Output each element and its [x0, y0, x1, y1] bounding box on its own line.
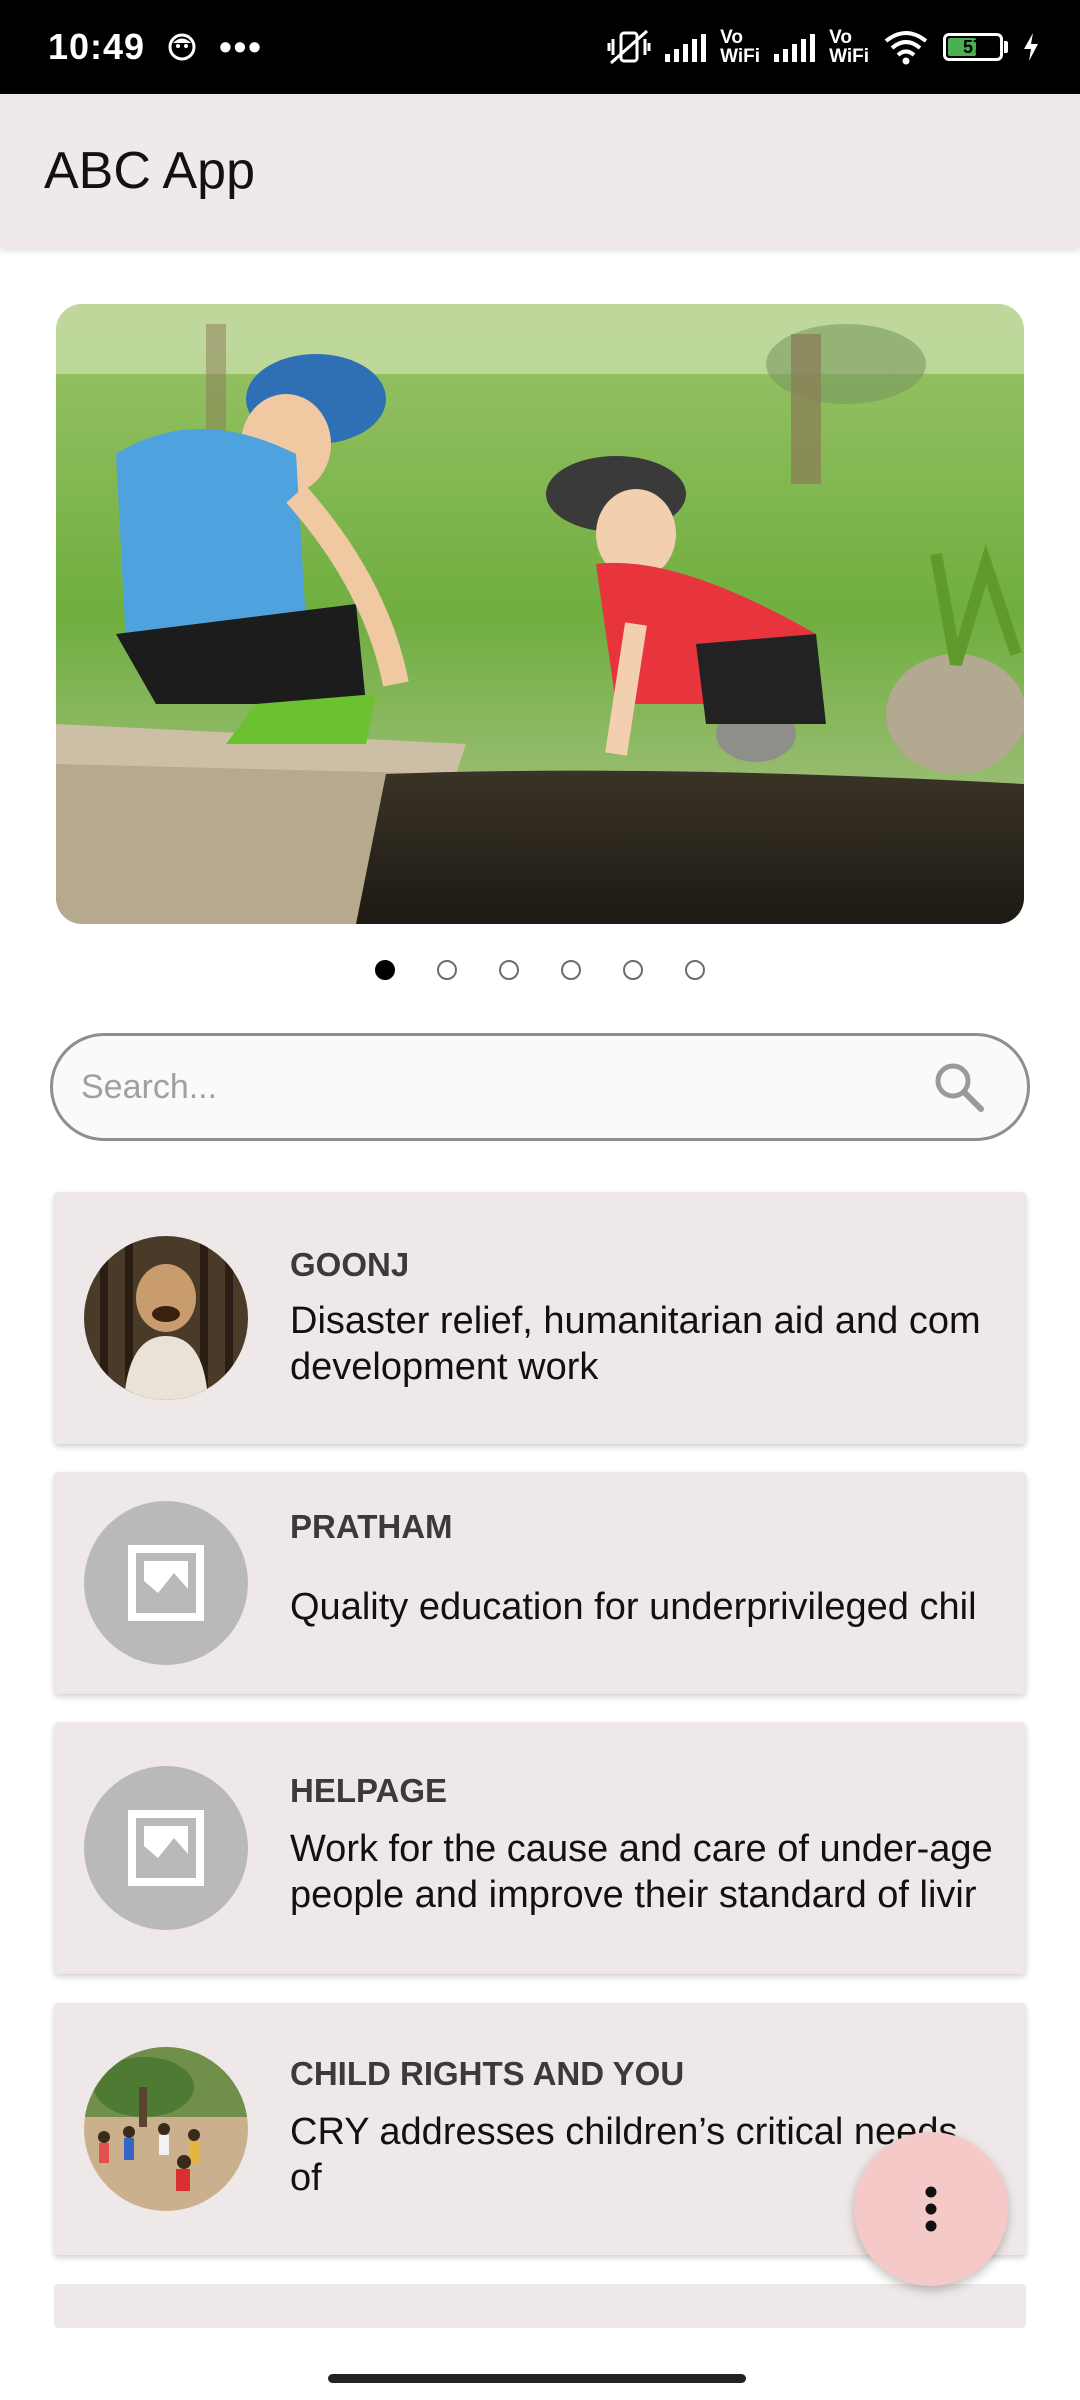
more-vert-icon	[925, 2186, 937, 2232]
avatar	[84, 1236, 248, 1400]
carousel-dot[interactable]	[561, 960, 581, 980]
battery-level: 57	[962, 36, 984, 57]
charging-icon	[1024, 33, 1038, 61]
vowifi-label: Vo WiFi	[720, 27, 761, 67]
notification-app-icon	[168, 33, 196, 61]
app-title: ABC App	[44, 142, 256, 200]
ngo-card-partial[interactable]	[54, 2284, 1026, 2328]
ngo-title: PRATHAM	[290, 1508, 453, 1545]
carousel-dot[interactable]	[623, 960, 643, 980]
search-bar[interactable]	[50, 1033, 1030, 1141]
ngo-card-goonj[interactable]: GOONJ Disaster relief, humanitarian aid …	[54, 1192, 1026, 1444]
app-bar: ABC App	[0, 94, 1080, 248]
carousel-dot[interactable]	[437, 960, 457, 980]
vowifi-label-2: Vo WiFi	[829, 27, 869, 67]
carousel-dot[interactable]	[685, 960, 705, 980]
gesture-navigation-handle[interactable]	[328, 2374, 746, 2383]
status-bar: 10:49 ••• Vo WiFi Vo WiFi 57	[0, 0, 1080, 94]
wifi-icon	[884, 31, 928, 65]
placeholder-image-icon	[84, 1766, 248, 1930]
carousel-dot[interactable]	[375, 960, 395, 980]
signal-strength-icon-2	[774, 32, 816, 62]
ngo-title: HELPAGE	[290, 1772, 448, 1809]
children-playing-photo	[56, 304, 1024, 924]
search-icon[interactable]	[931, 1059, 987, 1115]
ngo-title: CHILD RIGHTS AND YOU	[290, 2055, 685, 2092]
signal-strength-icon	[665, 32, 707, 62]
carousel-dot[interactable]	[499, 960, 519, 980]
ngo-description: Quality education for underprivileged ch…	[290, 1586, 977, 1628]
status-time: 10:49	[48, 26, 146, 67]
ngo-title: GOONJ	[290, 1246, 410, 1283]
more-options-button[interactable]	[854, 2132, 1008, 2286]
ngo-card-pratham[interactable]: PRATHAM Quality education for underprivi…	[54, 1472, 1026, 1694]
carousel-indicators	[0, 960, 1080, 980]
ngo-card-helpage[interactable]: HELPAGE Work for the cause and care of u…	[54, 1722, 1026, 1974]
banner-carousel-image[interactable]	[56, 304, 1024, 924]
search-input[interactable]	[79, 1066, 931, 1108]
placeholder-image-icon	[84, 1501, 248, 1665]
more-notifications-icon: •••	[219, 26, 263, 67]
vibrate-off-icon	[607, 29, 651, 65]
ngo-description: Work for the cause and care of under-age…	[290, 1828, 993, 1916]
battery-icon: 57	[943, 33, 1008, 61]
avatar	[84, 2047, 248, 2211]
ngo-description: Disaster relief, humanitarian aid and co…	[290, 1300, 981, 1388]
